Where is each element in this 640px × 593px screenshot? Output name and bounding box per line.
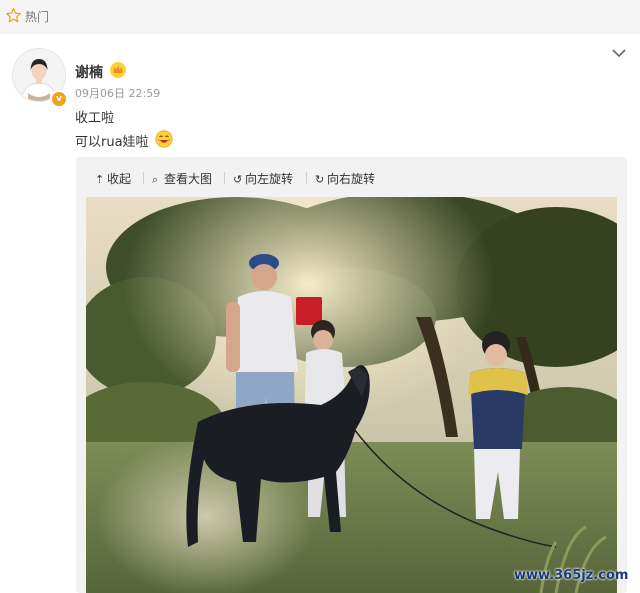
star-outline-icon[interactable] (5, 7, 22, 24)
rotate-right-button[interactable]: ↻ 向右旋转 (315, 170, 375, 187)
post-photo[interactable] (86, 197, 617, 593)
vip-crown-icon[interactable] (109, 61, 127, 79)
toolbar-divider (143, 172, 144, 184)
view-large-button[interactable]: ⌕ 查看大图 (152, 170, 212, 187)
post-text-line-2: 可以rua娃啦 (75, 135, 149, 150)
post-timestamp[interactable]: 09月06日 22:59 (75, 85, 160, 101)
toolbar-divider (224, 172, 225, 184)
rotate-right-icon: ↻ (315, 173, 325, 186)
author-name[interactable]: 谢楠 (75, 62, 103, 82)
weibo-post-card: v 谢楠 09月06日 22:59 收工啦 可以rua娃啦 ⇡ 收起 ⌕ 查看大图 … (0, 34, 640, 593)
collapse-button[interactable]: ⇡ 收起 (95, 170, 131, 187)
chevron-down-icon[interactable] (610, 46, 628, 60)
laughing-face-icon (155, 130, 173, 148)
search-icon: ⌕ (152, 173, 159, 186)
watermark-text: www.365jz.com (514, 568, 629, 583)
rotate-left-button[interactable]: ↺ 向左旋转 (233, 170, 293, 187)
media-toolbar: ⇡ 收起 ⌕ 查看大图 ↺ 向左旋转 ↻ 向右旋转 (76, 157, 627, 191)
toolbar-divider (306, 172, 307, 184)
post-text-line-1: 收工啦 (75, 111, 115, 126)
arrow-up-icon: ⇡ (95, 173, 105, 186)
rotate-left-icon: ↺ (233, 173, 243, 186)
hot-label[interactable]: 热门 (25, 8, 49, 25)
verified-badge-icon: v (50, 90, 68, 108)
top-bar: 热门 (0, 0, 640, 34)
media-panel: ⇡ 收起 ⌕ 查看大图 ↺ 向左旋转 ↻ 向右旋转 (76, 157, 627, 593)
